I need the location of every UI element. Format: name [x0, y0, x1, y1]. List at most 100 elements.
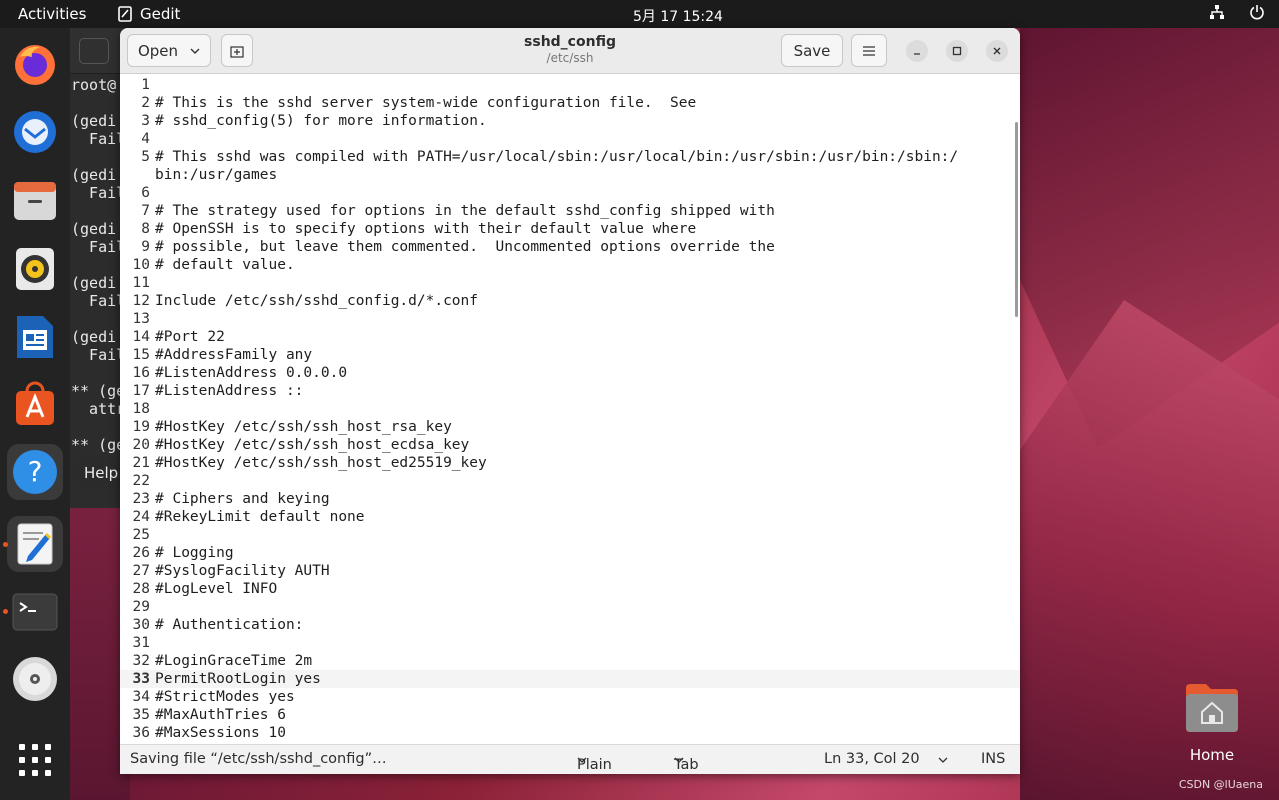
- line-number: 33: [132, 671, 150, 687]
- tab-width-selector[interactable]: Tab Width: 8: [674, 751, 721, 774]
- editor-line[interactable]: 35 #MaxAuthTries 6: [120, 706, 1020, 724]
- network-icon[interactable]: [1209, 4, 1225, 20]
- editor-line[interactable]: 25: [120, 526, 1020, 544]
- window-title: sshd_config: [524, 34, 616, 50]
- show-apps-icon: [19, 744, 51, 776]
- dock-help[interactable]: ?: [7, 444, 63, 500]
- line-number: 5: [141, 149, 150, 165]
- dock-show-apps[interactable]: [7, 732, 63, 788]
- line-number: 9: [141, 239, 150, 255]
- dock-rhythmbox[interactable]: [7, 241, 63, 297]
- line-number: 4: [141, 131, 150, 147]
- new-tab-button[interactable]: [221, 34, 253, 67]
- editor-line[interactable]: 6: [120, 184, 1020, 202]
- editor-line[interactable]: 32 #LoginGraceTime 2m: [120, 652, 1020, 670]
- line-number: 22: [132, 473, 150, 489]
- line-text: Include /etc/ssh/sshd_config.d/*.conf: [155, 293, 479, 309]
- line-text: #LoginGraceTime 2m: [155, 653, 313, 669]
- svg-text:?: ?: [28, 455, 43, 488]
- menu-button[interactable]: [851, 34, 887, 67]
- close-button[interactable]: [986, 40, 1008, 62]
- line-number: 14: [132, 329, 150, 345]
- editor-line[interactable]: 36 #MaxSessions 10: [120, 724, 1020, 742]
- open-button[interactable]: Open: [127, 34, 211, 67]
- editor-line[interactable]: 14 #Port 22: [120, 328, 1020, 346]
- dock-app-center[interactable]: [7, 376, 63, 432]
- line-number: 16: [132, 365, 150, 381]
- editor-line[interactable]: 15 #AddressFamily any: [120, 346, 1020, 364]
- editor-line[interactable]: 19 #HostKey /etc/ssh/ssh_host_rsa_key: [120, 418, 1020, 436]
- editor-line[interactable]: 29: [120, 598, 1020, 616]
- insert-mode[interactable]: INS: [981, 751, 1005, 767]
- editor-line[interactable]: 9 # possible, but leave them commented. U…: [120, 238, 1020, 256]
- minimize-button[interactable]: [906, 40, 928, 62]
- dock-terminal[interactable]: [7, 584, 63, 640]
- save-button[interactable]: Save: [781, 34, 843, 67]
- editor-line[interactable]: 26 # Logging: [120, 544, 1020, 562]
- window-subtitle: /etc/ssh: [546, 51, 594, 65]
- open-button-label: Open: [137, 41, 179, 60]
- editor-line[interactable]: 27 #SyslogFacility AUTH: [120, 562, 1020, 580]
- editor-line[interactable]: 12 Include /etc/ssh/sshd_config.d/*.conf: [120, 292, 1020, 310]
- dock-writer[interactable]: [7, 309, 63, 365]
- line-text: #MaxAuthTries 6: [155, 707, 286, 723]
- line-number: 8: [141, 221, 150, 237]
- editor-line[interactable]: 10 # default value.: [120, 256, 1020, 274]
- editor-line[interactable]: 30 # Authentication:: [120, 616, 1020, 634]
- system-tray[interactable]: [1209, 4, 1265, 20]
- line-number: 12: [132, 293, 150, 309]
- clock[interactable]: 5月 17 15:24: [633, 6, 723, 26]
- editor-line[interactable]: 5 # This sshd was compiled with PATH=/usr…: [120, 148, 1020, 166]
- editor-line[interactable]: 1: [120, 76, 1020, 94]
- text-editor[interactable]: 1 2 # This is the sshd server system-wide …: [120, 74, 1020, 744]
- editor-line[interactable]: 17 #ListenAddress ::: [120, 382, 1020, 400]
- language-selector[interactable]: Plain Text: [577, 751, 612, 774]
- editor-line[interactable]: 34 #StrictModes yes: [120, 688, 1020, 706]
- home-folder-icon: [1186, 684, 1238, 732]
- editor-line[interactable]: 18: [120, 400, 1020, 418]
- editor-line[interactable]: 22: [120, 472, 1020, 490]
- editor-line[interactable]: 8 # OpenSSH is to specify options with th…: [120, 220, 1020, 238]
- line-number: 10: [132, 257, 150, 273]
- cursor-position[interactable]: Ln 33, Col 20: [824, 751, 920, 767]
- line-text: #AddressFamily any: [155, 347, 313, 363]
- optical-disc-icon: [13, 657, 57, 701]
- activities-button[interactable]: Activities: [18, 5, 86, 23]
- minimize-icon: [914, 53, 920, 55]
- dock-thunderbird[interactable]: [7, 103, 63, 159]
- editor-line[interactable]: 4: [120, 130, 1020, 148]
- editor-line[interactable]: 16 #ListenAddress 0.0.0.0: [120, 364, 1020, 382]
- watermark: CSDN @lUaena: [1178, 778, 1263, 791]
- editor-line[interactable]: 28 #LogLevel INFO: [120, 580, 1020, 598]
- line-number: 32: [132, 653, 150, 669]
- editor-line[interactable]: 3 # sshd_config(5) for more information.: [120, 112, 1020, 130]
- app-menu[interactable]: Gedit: [118, 5, 180, 23]
- editor-line[interactable]: 11: [120, 274, 1020, 292]
- dock-gedit[interactable]: [7, 516, 63, 572]
- desktop-home[interactable]: Home: [1176, 680, 1248, 764]
- editor-line[interactable]: 2 # This is the sshd server system-wide c…: [120, 94, 1020, 112]
- dock-optical-disc[interactable]: [7, 651, 63, 707]
- gedit-small-icon: [118, 6, 132, 22]
- editor-line[interactable]: bin:/usr/games: [120, 166, 1020, 184]
- line-text: #HostKey /etc/ssh/ssh_host_ed25519_key: [155, 455, 487, 471]
- editor-line[interactable]: 33 PermitRootLogin yes: [120, 670, 1020, 688]
- editor-line[interactable]: 31: [120, 634, 1020, 652]
- editor-line[interactable]: 24 #RekeyLimit default none: [120, 508, 1020, 526]
- line-number: 1: [141, 77, 150, 93]
- editor-line[interactable]: 13: [120, 310, 1020, 328]
- line-number: 19: [132, 419, 150, 435]
- editor-line[interactable]: 20 #HostKey /etc/ssh/ssh_host_ecdsa_key: [120, 436, 1020, 454]
- position-dropdown[interactable]: [938, 751, 948, 767]
- line-text: #Port 22: [155, 329, 225, 345]
- line-text: #MaxSessions 10: [155, 725, 286, 741]
- editor-line[interactable]: 23 # Ciphers and keying: [120, 490, 1020, 508]
- power-icon[interactable]: [1249, 4, 1265, 20]
- terminal-newtab-button[interactable]: [79, 38, 109, 64]
- maximize-button[interactable]: [946, 40, 968, 62]
- dock-files[interactable]: [7, 173, 63, 229]
- dock-firefox[interactable]: [7, 36, 63, 92]
- editor-line[interactable]: 7 # The strategy used for options in the …: [120, 202, 1020, 220]
- line-text: #HostKey /etc/ssh/ssh_host_ecdsa_key: [155, 437, 470, 453]
- editor-line[interactable]: 21 #HostKey /etc/ssh/ssh_host_ed25519_key: [120, 454, 1020, 472]
